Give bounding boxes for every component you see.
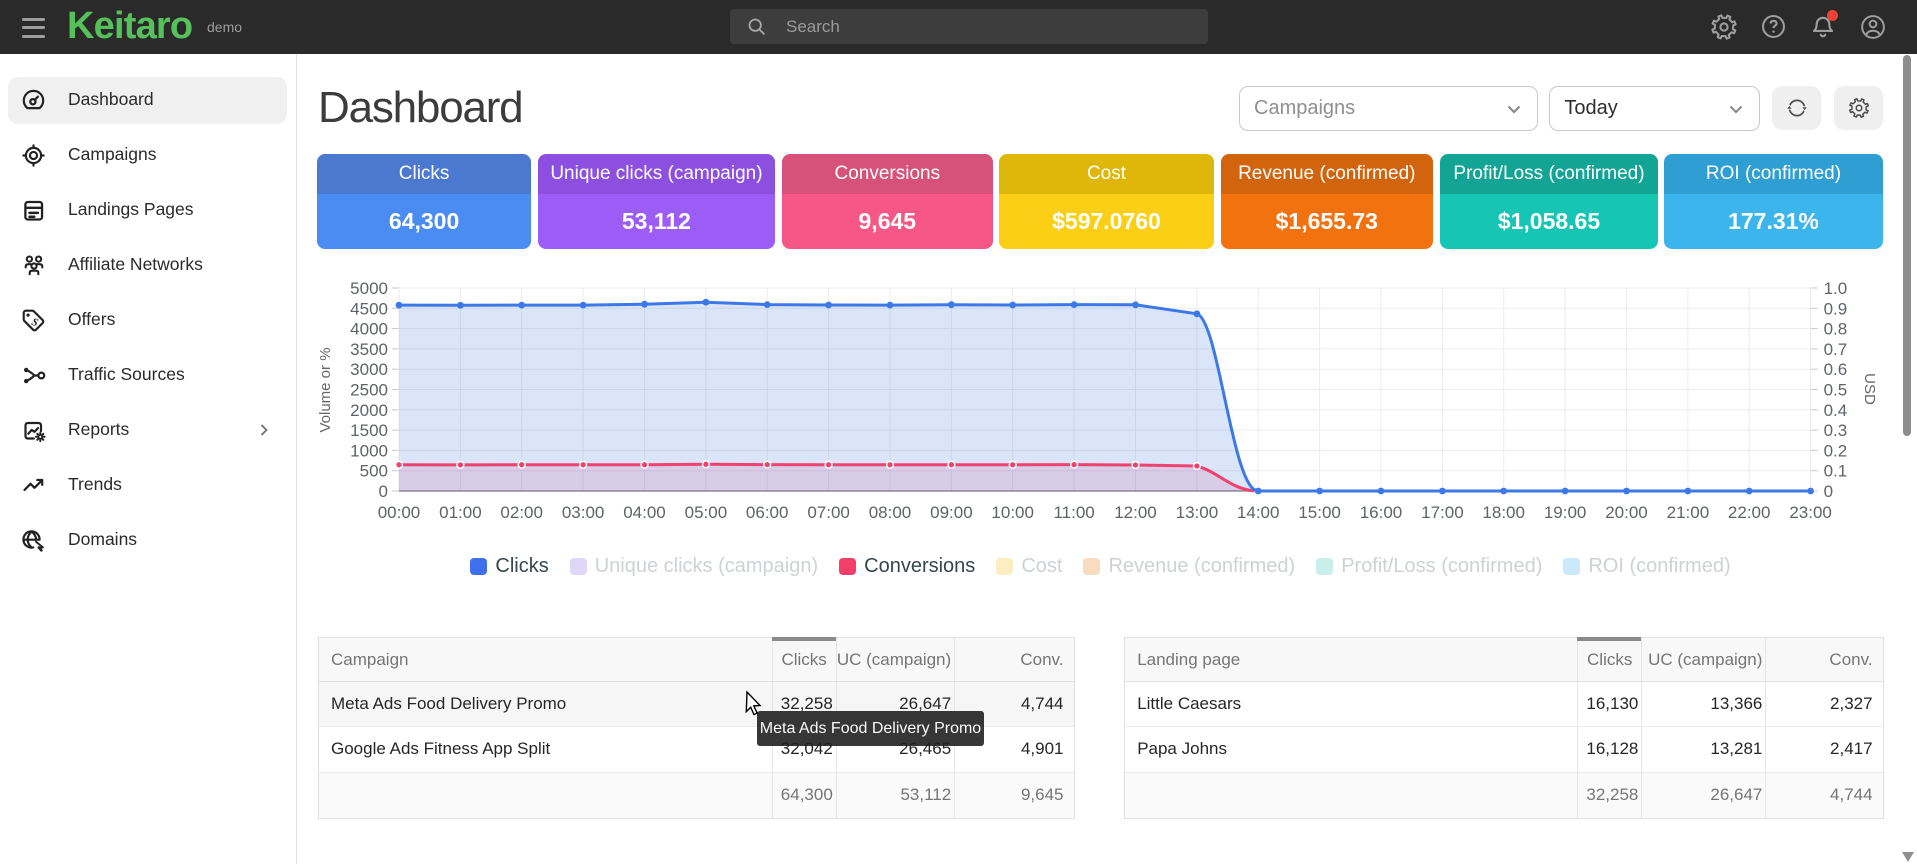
svg-text:16:00: 16:00 (1360, 503, 1403, 522)
svg-text:07:00: 07:00 (807, 503, 850, 522)
svg-text:0.2: 0.2 (1824, 441, 1848, 460)
svg-text:500: 500 (360, 462, 388, 481)
svg-text:0.4: 0.4 (1824, 401, 1848, 420)
svg-text:17:00: 17:00 (1421, 503, 1464, 522)
svg-text:Volume or %: Volume or % (317, 347, 334, 432)
svg-text:0.9: 0.9 (1824, 299, 1848, 318)
svg-text:1000: 1000 (350, 441, 388, 460)
svg-text:3500: 3500 (350, 340, 388, 359)
svg-text:20:00: 20:00 (1605, 503, 1648, 522)
svg-text:4500: 4500 (350, 299, 388, 318)
svg-text:4000: 4000 (350, 320, 388, 339)
svg-text:2500: 2500 (350, 381, 388, 400)
svg-text:USD: USD (1861, 373, 1878, 405)
svg-text:03:00: 03:00 (562, 503, 605, 522)
svg-text:0.1: 0.1 (1824, 462, 1848, 481)
svg-text:3000: 3000 (350, 360, 388, 379)
svg-text:1.0: 1.0 (1824, 279, 1848, 298)
svg-text:05:00: 05:00 (685, 503, 728, 522)
svg-text:01:00: 01:00 (439, 503, 482, 522)
svg-text:23:00: 23:00 (1789, 503, 1832, 522)
svg-text:14:00: 14:00 (1237, 503, 1280, 522)
svg-text:09:00: 09:00 (930, 503, 973, 522)
svg-text:1500: 1500 (350, 421, 388, 440)
svg-text:21:00: 21:00 (1667, 503, 1710, 522)
svg-text:0.3: 0.3 (1824, 421, 1848, 440)
svg-text:00:00: 00:00 (378, 503, 421, 522)
svg-text:10:00: 10:00 (991, 503, 1034, 522)
svg-text:13:00: 13:00 (1176, 503, 1219, 522)
svg-text:0.7: 0.7 (1824, 340, 1848, 359)
svg-text:18:00: 18:00 (1482, 503, 1525, 522)
svg-text:15:00: 15:00 (1298, 503, 1341, 522)
svg-text:02:00: 02:00 (500, 503, 543, 522)
svg-text:19:00: 19:00 (1544, 503, 1587, 522)
svg-text:08:00: 08:00 (869, 503, 912, 522)
svg-text:06:00: 06:00 (746, 503, 789, 522)
svg-text:0.8: 0.8 (1824, 320, 1848, 339)
svg-text:0.6: 0.6 (1824, 360, 1848, 379)
svg-text:2000: 2000 (350, 401, 388, 420)
svg-text:5000: 5000 (350, 279, 388, 298)
svg-text:22:00: 22:00 (1728, 503, 1771, 522)
svg-text:12:00: 12:00 (1114, 503, 1157, 522)
svg-text:11:00: 11:00 (1053, 503, 1094, 522)
svg-text:0.5: 0.5 (1824, 381, 1848, 400)
svg-text:0: 0 (379, 482, 388, 501)
svg-text:0: 0 (1824, 482, 1833, 501)
svg-text:04:00: 04:00 (623, 503, 666, 522)
